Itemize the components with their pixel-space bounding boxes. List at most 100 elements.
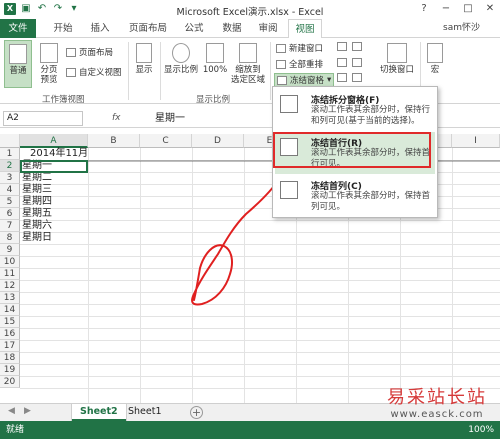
- row-header[interactable]: 8: [0, 232, 20, 244]
- title-bar: X ▣ ↶ ↷ ▾ Microsoft Excel演示.xlsx - Excel…: [0, 0, 500, 19]
- menu-item-freeze-panes[interactable]: 冻结拆分窗格(F) 滚动工作表其余部分时，保持行和列可见(基于当前的选择)。: [275, 89, 435, 131]
- row-header[interactable]: 5: [0, 196, 20, 208]
- custom-views-icon: [66, 67, 76, 77]
- freeze-panes-option-icon: [280, 95, 298, 113]
- row-header[interactable]: 10: [0, 256, 20, 268]
- row-header[interactable]: 3: [0, 172, 20, 184]
- zoom-button[interactable]: 显示比例: [163, 43, 199, 75]
- column-header[interactable]: A: [20, 134, 88, 148]
- view-side-by-side-button[interactable]: [352, 42, 362, 51]
- gridline: [20, 364, 500, 365]
- row-header[interactable]: 17: [0, 340, 20, 352]
- fx-icon[interactable]: fx: [112, 111, 121, 126]
- zoom-100-icon: [206, 43, 224, 63]
- column-header[interactable]: C: [140, 134, 192, 148]
- sheet-tab-active[interactable]: Sheet2: [72, 404, 126, 421]
- page-break-preview-button[interactable]: 分页 预览: [36, 43, 62, 85]
- status-bar: 就绪 100%: [0, 421, 500, 439]
- tab-data[interactable]: 数据: [216, 19, 248, 38]
- macros-button[interactable]: 宏: [424, 43, 446, 75]
- menu-item-freeze-first-column[interactable]: 冻结首列(C) 滚动工作表其余部分时，保持首列可见。: [275, 175, 435, 217]
- formula-input[interactable]: 星期一: [155, 110, 185, 127]
- row-header[interactable]: 7: [0, 220, 20, 232]
- cell-A1[interactable]: 2014年11月: [30, 148, 88, 160]
- row-header[interactable]: 20: [0, 376, 20, 388]
- show-label: 显示: [135, 65, 153, 75]
- row-header[interactable]: 4: [0, 184, 20, 196]
- tab-page-layout[interactable]: 页面布局: [122, 19, 174, 38]
- hide-button[interactable]: [337, 58, 347, 67]
- row-header[interactable]: 12: [0, 280, 20, 292]
- new-window-button[interactable]: 新建窗口: [276, 42, 323, 54]
- maximize-button[interactable]: □: [460, 2, 476, 16]
- normal-view-button[interactable]: 普通: [4, 40, 32, 88]
- macros-icon: [427, 43, 443, 63]
- tab-file[interactable]: 文件: [0, 19, 36, 38]
- red-highlight-box: [273, 132, 431, 168]
- row-header[interactable]: 15: [0, 316, 20, 328]
- sheet-prev-icon[interactable]: ◀: [8, 406, 15, 416]
- column-header[interactable]: D: [192, 134, 244, 148]
- page-layout-label: 页面布局: [79, 48, 114, 58]
- gridline: [88, 148, 89, 403]
- row-header[interactable]: 19: [0, 364, 20, 376]
- switch-windows-button[interactable]: 切换窗口: [376, 43, 418, 75]
- arrange-all-button[interactable]: 全部重排: [276, 58, 323, 70]
- user-name[interactable]: sam怀沙: [443, 19, 480, 38]
- cell-A6[interactable]: 星期五: [22, 208, 52, 220]
- status-right: 100%: [468, 421, 494, 439]
- column-header[interactable]: I: [452, 134, 500, 148]
- close-button[interactable]: ✕: [482, 2, 498, 16]
- zoom-to-selection-button[interactable]: 缩放到 选定区域: [230, 43, 266, 85]
- row-header[interactable]: 6: [0, 208, 20, 220]
- row-header[interactable]: 18: [0, 352, 20, 364]
- sheet-next-icon[interactable]: ▶: [24, 406, 31, 416]
- cell-A7[interactable]: 星期六: [22, 220, 52, 232]
- tab-review[interactable]: 审阅: [252, 19, 284, 38]
- row-header[interactable]: 14: [0, 304, 20, 316]
- sync-scroll-button[interactable]: [352, 58, 362, 67]
- reset-position-button[interactable]: [352, 73, 362, 82]
- custom-views-button[interactable]: 自定义视图: [66, 66, 122, 78]
- new-window-label: 新建窗口: [289, 44, 324, 54]
- switch-windows-label: 切换窗口: [379, 65, 414, 75]
- zoom-selection-label-2: 选定区域: [230, 75, 265, 85]
- row-header[interactable]: 1: [0, 148, 20, 160]
- ribbon-divider: [160, 42, 161, 100]
- split-icon: [337, 42, 347, 51]
- minimize-button[interactable]: −: [438, 2, 454, 16]
- name-box[interactable]: A2: [3, 111, 83, 126]
- row-header[interactable]: 16: [0, 328, 20, 340]
- menu-item-desc: 滚动工作表其余部分时，保持首列可见。: [311, 191, 431, 212]
- show-button[interactable]: 显示: [132, 43, 156, 75]
- freeze-panes-button[interactable]: 冻结窗格 ▾: [274, 73, 335, 87]
- freeze-panes-icon: [277, 75, 287, 85]
- tab-insert[interactable]: 插入: [84, 19, 116, 38]
- row-header[interactable]: 2: [0, 160, 20, 172]
- tab-view[interactable]: 视图: [288, 19, 322, 39]
- ribbon-divider: [270, 42, 271, 100]
- cell-A8[interactable]: 星期日: [22, 232, 52, 244]
- add-sheet-icon[interactable]: +: [190, 406, 203, 419]
- cell-A3[interactable]: 星期二: [22, 172, 52, 184]
- gridline: [452, 148, 453, 403]
- select-all-corner[interactable]: [0, 134, 20, 148]
- column-header[interactable]: B: [88, 134, 140, 148]
- zoom-level[interactable]: 100%: [468, 421, 494, 439]
- cell-A5[interactable]: 星期四: [22, 196, 52, 208]
- tab-home[interactable]: 开始: [44, 19, 82, 38]
- zoom-100-button[interactable]: 100%: [202, 43, 228, 75]
- sync-scroll-icon: [352, 58, 362, 67]
- unhide-button[interactable]: [337, 73, 347, 82]
- sheet-tab[interactable]: Sheet1: [120, 404, 170, 421]
- row-header[interactable]: 13: [0, 292, 20, 304]
- window-controls: ? − □ ✕: [416, 2, 498, 16]
- split-button[interactable]: [337, 42, 347, 51]
- row-header[interactable]: 11: [0, 268, 20, 280]
- help-button[interactable]: ?: [416, 2, 432, 16]
- cell-A4[interactable]: 星期三: [22, 184, 52, 196]
- row-header[interactable]: 9: [0, 244, 20, 256]
- tab-formulas[interactable]: 公式: [178, 19, 210, 38]
- normal-view-label: 普通: [9, 66, 27, 76]
- page-layout-button[interactable]: 页面布局: [66, 46, 113, 58]
